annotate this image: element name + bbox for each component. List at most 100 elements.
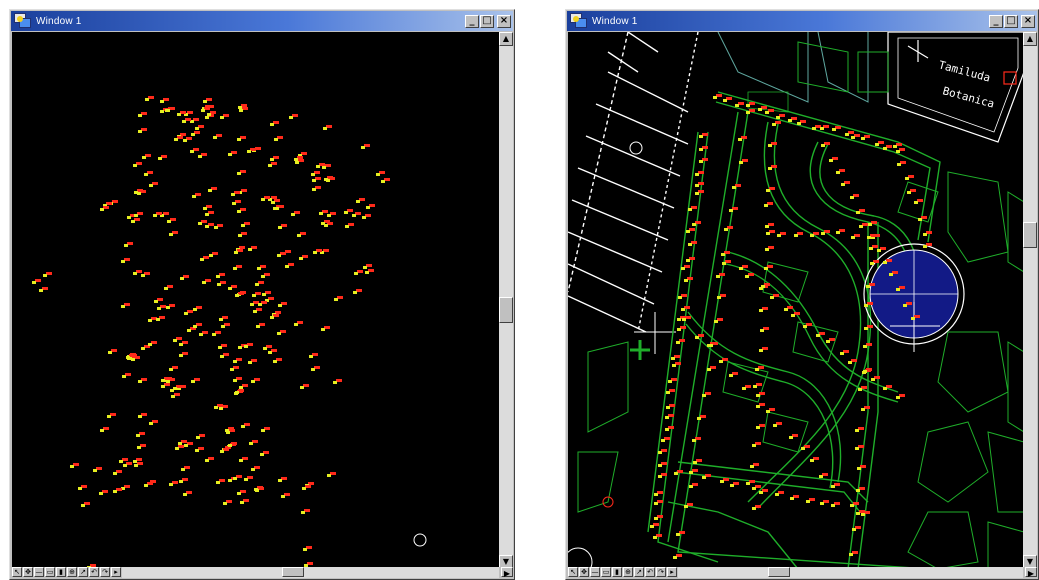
tree-marker	[730, 484, 734, 487]
tree-marker	[352, 214, 356, 217]
tree-marker	[183, 493, 187, 496]
tree-marker	[205, 459, 209, 462]
tree-marker	[739, 267, 743, 270]
tree-marker	[666, 406, 670, 409]
view-toolbar: ↖ ✥ — ▭ ▮ ⊕ ↗ ↶ ↷ ▸ ▶	[568, 567, 1037, 578]
tree-marker	[216, 481, 220, 484]
tree-marker	[278, 304, 282, 307]
tree-marker	[180, 277, 184, 280]
scroll-thumb[interactable]	[1023, 222, 1037, 248]
tree-marker	[764, 267, 768, 270]
tree-marker	[746, 482, 750, 485]
app-icon[interactable]	[14, 13, 32, 29]
fit-icon[interactable]: ▸	[667, 567, 677, 577]
tree-marker	[133, 272, 137, 275]
tree-marker	[255, 283, 259, 286]
minimize-button[interactable]: _	[989, 14, 1003, 28]
vertical-scrollbar[interactable]: ▲ ▼	[1023, 32, 1037, 569]
right-drawing-canvas[interactable]: Tamiluda Botanica	[568, 32, 1024, 569]
line-icon[interactable]: —	[590, 567, 600, 577]
tree-marker	[907, 191, 911, 194]
right-window-titlebar[interactable]: Window 1 _ □ ×	[567, 11, 1037, 31]
fit-icon[interactable]: ▸	[111, 567, 121, 577]
zoom-icon[interactable]: ⊕	[67, 567, 77, 577]
tree-marker	[250, 303, 254, 306]
tree-marker	[309, 355, 313, 358]
scroll-up-arrow-icon[interactable]: ▲	[1023, 32, 1037, 46]
maximize-button[interactable]: □	[480, 14, 494, 28]
tree-marker	[166, 306, 170, 309]
tree-marker	[190, 150, 194, 153]
tree-marker	[121, 305, 125, 308]
tree-marker	[214, 406, 218, 409]
tree-marker	[864, 327, 868, 330]
app-icon[interactable]	[570, 13, 588, 29]
tree-marker	[202, 281, 206, 284]
right-drawing-window[interactable]: Window 1 _ □ × Tamiluda Botanica ▲ ▼ ↖ ✥…	[565, 9, 1039, 580]
scroll-up-arrow-icon[interactable]: ▲	[499, 32, 513, 46]
scroll-right-arrow-icon[interactable]: ▶	[501, 567, 513, 578]
horizontal-scroll-thumb[interactable]	[282, 567, 304, 577]
arrow-icon[interactable]: ↖	[568, 567, 578, 577]
tree-marker	[237, 172, 241, 175]
tree-marker	[124, 244, 128, 247]
close-button[interactable]: ×	[497, 14, 511, 28]
redo-icon[interactable]: ↷	[100, 567, 110, 577]
tree-marker	[268, 351, 272, 354]
tree-marker	[281, 495, 285, 498]
tree-marker	[181, 468, 185, 471]
tree-marker	[820, 127, 824, 130]
tree-marker	[205, 213, 209, 216]
tree-marker	[238, 234, 242, 237]
tree-marker	[334, 298, 338, 301]
left-drawing-window[interactable]: Window 1 _ □ × ▲ ▼ ↖ ✥ — ▭ ▮ ⊕ ↗ ↶ ↷ ▸ ▶	[9, 9, 515, 580]
move-icon[interactable]: ✥	[579, 567, 589, 577]
maximize-button[interactable]: □	[1004, 14, 1018, 28]
line-icon[interactable]: —	[34, 567, 44, 577]
tree-marker	[166, 109, 170, 112]
tree-marker	[239, 109, 243, 112]
tree-marker	[794, 234, 798, 237]
chart-icon[interactable]: ▮	[56, 567, 66, 577]
tree-marker	[238, 346, 242, 349]
tree-marker	[845, 133, 849, 136]
undo-icon[interactable]: ↶	[645, 567, 655, 577]
horizontal-scrollbar[interactable]: ▶	[122, 567, 513, 578]
horizontal-scrollbar[interactable]: ▶	[678, 567, 1037, 578]
rect-icon[interactable]: ▭	[601, 567, 611, 577]
tree-marker	[312, 188, 316, 191]
arrow-icon[interactable]: ↖	[12, 567, 22, 577]
pan-icon[interactable]: ↗	[78, 567, 88, 577]
pan-icon[interactable]: ↗	[634, 567, 644, 577]
close-button[interactable]: ×	[1021, 14, 1035, 28]
left-drawing-canvas[interactable]	[12, 32, 500, 569]
left-window-titlebar[interactable]: Window 1 _ □ ×	[11, 11, 513, 31]
tree-marker	[138, 415, 142, 418]
tree-marker	[145, 98, 149, 101]
tree-marker	[228, 479, 232, 482]
scroll-thumb[interactable]	[499, 297, 513, 323]
tree-marker	[178, 442, 182, 445]
tree-marker	[263, 347, 267, 350]
tree-marker	[148, 319, 152, 322]
tree-marker	[270, 316, 274, 319]
vertical-scrollbar[interactable]: ▲ ▼	[499, 32, 513, 569]
tree-marker	[850, 196, 854, 199]
undo-icon[interactable]: ↶	[89, 567, 99, 577]
scroll-right-arrow-icon[interactable]: ▶	[1025, 567, 1037, 578]
tree-marker	[765, 225, 769, 228]
redo-icon[interactable]: ↷	[656, 567, 666, 577]
tree-marker	[233, 379, 237, 382]
move-icon[interactable]: ✥	[23, 567, 33, 577]
zoom-icon[interactable]: ⊕	[623, 567, 633, 577]
cursor-circle	[413, 533, 427, 547]
tree-marker	[198, 222, 202, 225]
horizontal-scroll-thumb[interactable]	[768, 567, 790, 577]
rect-icon[interactable]: ▭	[45, 567, 55, 577]
minimize-button[interactable]: _	[465, 14, 479, 28]
tree-marker	[877, 249, 881, 252]
tree-marker	[866, 285, 870, 288]
chart-icon[interactable]: ▮	[612, 567, 622, 577]
tree-marker	[134, 214, 138, 217]
tree-marker	[911, 317, 915, 320]
